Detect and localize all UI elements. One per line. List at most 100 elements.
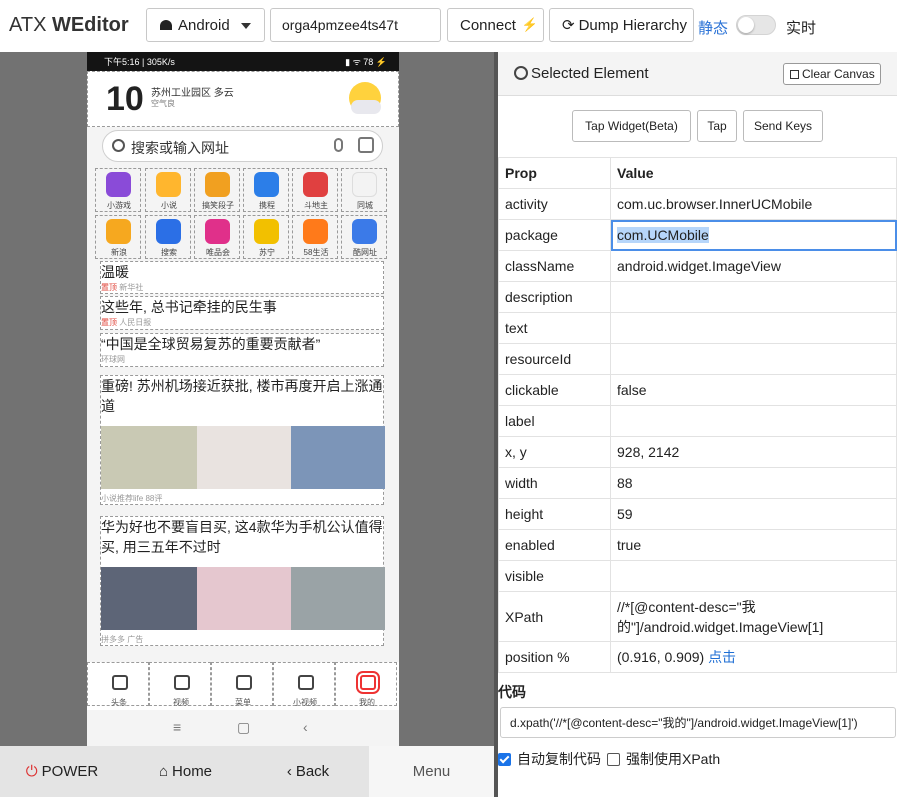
app-label: 携程 — [259, 201, 275, 210]
mic-icon[interactable] — [334, 138, 343, 152]
live-mode-toggle[interactable] — [736, 15, 776, 35]
news-item[interactable]: 重磅! 苏州机场接近获批, 楼市再度开启上涨通道 小说推荐life 88评 — [100, 375, 385, 505]
app-item[interactable]: 搜索 — [145, 215, 191, 259]
menu-button[interactable]: Menu — [369, 746, 494, 797]
tab-menu[interactable]: 菜单 — [211, 662, 273, 707]
home-button[interactable]: ⌂ Home — [124, 746, 247, 797]
app-item[interactable]: 苏宁 — [243, 215, 289, 259]
app-label: 搜索 — [161, 248, 177, 257]
tab-label: 菜单 — [235, 698, 251, 707]
auto-copy-checkbox[interactable] — [498, 752, 511, 766]
device-screen[interactable]: 下午5:16 | 305K/s ▮ ᯤ 78 ⚡ 10 苏州工业园区 多云 空气… — [87, 52, 399, 746]
prop-value[interactable]: //*[@content-desc="我的"]/android.widget.I… — [610, 591, 897, 642]
app-label: 唯品会 — [206, 248, 230, 257]
scan-icon[interactable] — [358, 137, 374, 153]
app-icon — [205, 172, 230, 197]
app-item[interactable]: 携程 — [243, 168, 289, 212]
tab-video[interactable]: 视频 — [149, 662, 211, 707]
prop-value[interactable]: 928, 2142 — [610, 436, 897, 468]
nav-home-button[interactable]: ▢ — [237, 719, 250, 736]
weather-temp: 10 — [106, 80, 144, 118]
platform-select[interactable]: Android — [146, 8, 265, 42]
app-item[interactable]: 酷网址 — [341, 215, 387, 259]
connect-button[interactable]: Connect ⚡ — [447, 8, 544, 42]
app-item[interactable]: 斗地主 — [292, 168, 338, 212]
tap-label: Tap — [707, 119, 727, 133]
mode-static-label[interactable]: 静态 — [698, 17, 728, 38]
code-value: d.xpath('//*[@content-desc="我的"]/android… — [510, 716, 858, 730]
tap-button[interactable]: Tap — [697, 110, 737, 142]
tab-short-video[interactable]: 小视频 — [273, 662, 335, 707]
app-item[interactable]: 搞笑段子 — [194, 168, 240, 212]
tap-widget-label: Tap Widget(Beta) — [585, 119, 678, 133]
news-meta: 置顶 新华社 — [101, 282, 383, 293]
prop-value[interactable] — [610, 405, 897, 437]
app-label: 小说 — [161, 201, 177, 210]
news-item[interactable]: 这些年, 总书记牵挂的民生事 置顶 人民日报 — [100, 296, 384, 330]
plug-icon: ⚡ — [521, 17, 539, 32]
inspector-title: Selected Element — [531, 65, 649, 82]
dump-hierarchy-button[interactable]: ⟳ Dump Hierarchy — [549, 8, 694, 42]
tap-widget-button[interactable]: Tap Widget(Beta) — [572, 110, 691, 142]
prop-value[interactable]: android.widget.ImageView — [610, 250, 897, 282]
app-item[interactable]: 小游戏 — [95, 168, 141, 212]
auto-copy-label[interactable]: 自动复制代码 — [517, 749, 601, 769]
android-nav-bar: ≡ ▢ ‹ — [87, 710, 399, 746]
prop-key: clickable — [498, 374, 611, 406]
table-row: x, y 928, 2142 — [498, 436, 897, 468]
app-item[interactable]: 同城 — [341, 168, 387, 212]
prop-value[interactable]: 59 — [610, 498, 897, 530]
dump-label: Dump Hierarchy — [578, 16, 687, 34]
tab-label: 视频 — [173, 698, 189, 707]
prop-value[interactable]: 88 — [610, 467, 897, 499]
browser-search-bar[interactable]: 搜索或输入网址 — [102, 130, 383, 162]
prop-value[interactable]: true — [610, 529, 897, 561]
prop-value[interactable] — [610, 312, 897, 344]
code-label: 代码 — [498, 684, 526, 700]
force-xpath-label[interactable]: 强制使用XPath — [626, 749, 720, 769]
mode-live-label[interactable]: 实时 — [786, 17, 816, 38]
news-item[interactable]: 华为好也不要盲目买, 这4款华为手机公认值得买, 用三五年不过时 拼多多 广告 — [100, 516, 385, 646]
news-item[interactable]: 温暖 置顶 新华社 — [100, 261, 384, 294]
tab-label: 头条 — [111, 698, 127, 707]
nav-back-button[interactable]: ‹ — [303, 719, 308, 735]
prop-key: visible — [498, 560, 611, 592]
news-image — [291, 426, 385, 489]
tab-headlines[interactable]: 头条 — [87, 662, 149, 707]
nav-recents-button[interactable]: ≡ — [173, 719, 181, 735]
table-row: text — [498, 312, 897, 344]
power-button[interactable]: ⏻ POWER — [0, 746, 124, 797]
status-icons: ▮ ᯤ 78 ⚡ — [345, 57, 387, 67]
force-xpath-checkbox[interactable] — [607, 752, 620, 766]
home-icon: ⌂ — [158, 763, 169, 780]
prop-value[interactable] — [610, 343, 897, 375]
table-row: visible — [498, 560, 897, 592]
app-item[interactable]: 唯品会 — [194, 215, 240, 259]
click-position-link[interactable]: 点击 — [708, 649, 736, 665]
news-item[interactable]: “中国是全球贸易复苏的重要贡献者” 环球网 — [100, 333, 384, 367]
app-item[interactable]: 小说 — [145, 168, 191, 212]
news-image — [101, 426, 197, 489]
news-title: “中国是全球贸易复苏的重要贡献者” — [101, 336, 321, 352]
tab-label: 小视频 — [293, 698, 317, 707]
tab-mine[interactable]: 我的 — [335, 662, 397, 707]
prop-value[interactable] — [610, 281, 897, 313]
app-item[interactable]: 58生活 — [292, 215, 338, 259]
send-keys-button[interactable]: Send Keys — [743, 110, 823, 142]
search-placeholder: 搜索或输入网址 — [131, 140, 229, 156]
back-button[interactable]: ‹ Back — [247, 746, 369, 797]
clear-canvas-button[interactable]: Clear Canvas — [783, 63, 881, 85]
app-label: 苏宁 — [259, 248, 275, 257]
menu-label: Menu — [412, 763, 451, 780]
power-label: POWER — [41, 763, 99, 780]
app-item[interactable]: 新浪 — [95, 215, 141, 259]
serial-input[interactable]: orga4pmzee4ts47t — [270, 8, 441, 42]
prop-value[interactable]: com.uc.browser.InnerUCMobile — [610, 188, 897, 220]
prop-value[interactable]: false — [610, 374, 897, 406]
news-image — [291, 567, 385, 630]
prop-value[interactable]: com.UCMobile — [610, 219, 897, 251]
app-icon — [106, 219, 131, 244]
prop-value[interactable] — [610, 560, 897, 592]
code-input[interactable]: d.xpath('//*[@content-desc="我的"]/android… — [500, 707, 896, 738]
news-image — [197, 567, 291, 630]
